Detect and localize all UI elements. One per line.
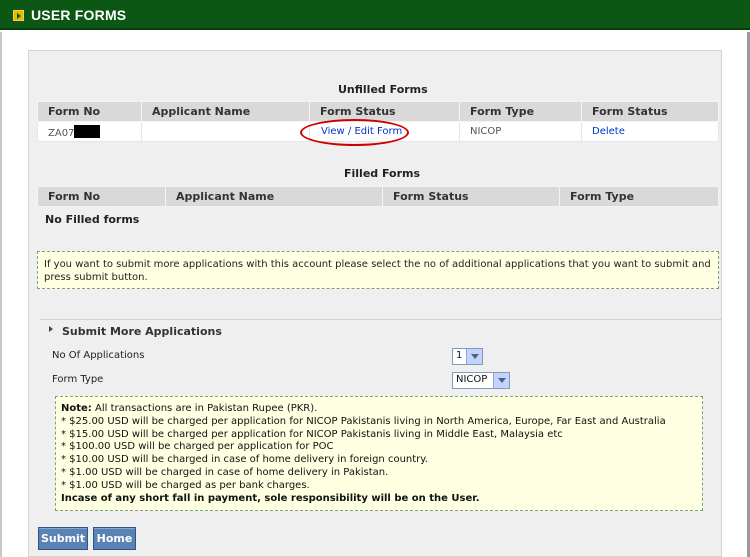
page-header: USER FORMS	[0, 0, 750, 30]
form-type-label: Form Type	[52, 374, 104, 385]
arrow-bullet-icon	[13, 10, 24, 21]
page-title: USER FORMS	[31, 7, 127, 23]
section-title: Submit More Applications	[62, 325, 222, 338]
column-header-form-type: Form Type	[559, 186, 719, 207]
no-filled-forms-message: No Filled forms	[45, 213, 140, 226]
redaction-block	[74, 124, 101, 138]
info-message: If you want to submit more applications …	[37, 251, 719, 289]
column-header-form-type: Form Type	[459, 101, 582, 122]
filled-forms-caption: Filled Forms	[344, 167, 421, 180]
note-line: * $100.00 USD will be charged per applic…	[61, 441, 334, 453]
note-closing: Incase of any short fall in payment, sol…	[61, 493, 697, 506]
applications-count-label: No Of Applications	[52, 350, 145, 361]
submit-button[interactable]: Submit	[38, 527, 88, 550]
form-no-cell: ZA07	[37, 121, 142, 142]
note-closing-text: Incase of any short fall in payment, sol…	[61, 492, 480, 504]
chevron-down-icon	[493, 373, 509, 388]
submit-more-section-header: Submit More Applications	[40, 320, 722, 342]
applications-count-value: 1	[456, 350, 463, 361]
column-header-form-status-action: Form Status	[581, 101, 719, 122]
form-no: ZA07	[48, 127, 75, 139]
column-header-form-status: Form Status	[309, 101, 460, 122]
highlight-oval	[300, 119, 409, 146]
note-line: * $1.00 USD will be charged as per bank …	[61, 479, 310, 491]
frame-border-left	[0, 32, 2, 557]
column-header-form-status: Form Status	[382, 186, 560, 207]
delete-link[interactable]: Delete	[592, 126, 625, 137]
chevron-down-icon	[466, 349, 482, 364]
column-header-applicant-name: Applicant Name	[141, 101, 310, 122]
home-button[interactable]: Home	[93, 527, 136, 550]
applications-count-select[interactable]: 1	[452, 348, 483, 365]
form-type-value: NICOP	[456, 374, 488, 385]
form-type-cell: NICOP	[459, 121, 582, 142]
filled-forms-table: Form No Applicant Name Form Status Form …	[37, 186, 719, 207]
note-line: * $1.00 USD will be charged in case of h…	[61, 466, 389, 478]
note-line: * $15.00 USD will be charged per applica…	[61, 428, 563, 440]
note-line: * $25.00 USD will be charged per applica…	[61, 415, 666, 427]
column-header-applicant-name: Applicant Name	[165, 186, 383, 207]
note-intro: Note: All transactions are in Pakistan R…	[61, 403, 697, 416]
applicant-name-cell	[141, 121, 310, 142]
note-line: * $10.00 USD will be charged in case of …	[61, 454, 428, 466]
action-cell: Delete	[581, 121, 719, 142]
unfilled-forms-caption: Unfilled Forms	[338, 83, 428, 96]
form-type-select[interactable]: NICOP	[452, 372, 510, 389]
note-intro-text: All transactions are in Pakistan Rupee (…	[91, 403, 318, 414]
charges-note: Note: All transactions are in Pakistan R…	[55, 396, 703, 511]
chevron-right-icon	[49, 326, 53, 332]
column-header-form-no: Form No	[37, 186, 166, 207]
column-header-form-no: Form No	[37, 101, 142, 122]
note-label: Note:	[61, 403, 92, 414]
